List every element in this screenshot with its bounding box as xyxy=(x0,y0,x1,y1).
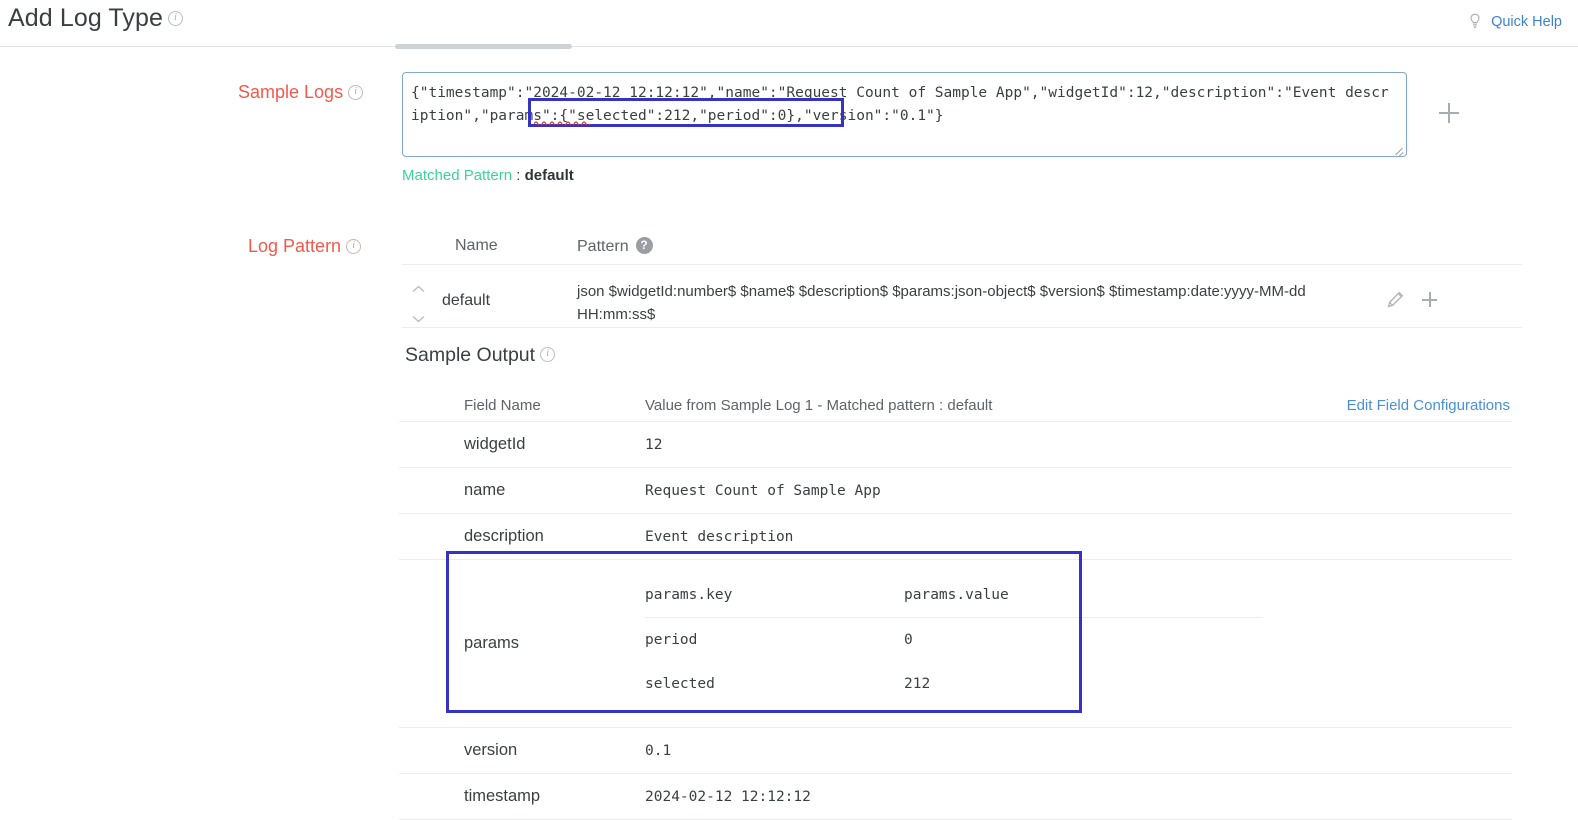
field-name: timestamp xyxy=(464,787,541,805)
plus-icon xyxy=(1437,101,1461,125)
table-row: widgetId 12 xyxy=(399,422,1512,468)
table-row: description Event description xyxy=(399,514,1512,560)
column-header-value: Value from Sample Log 1 - Matched patter… xyxy=(645,396,993,414)
matched-pattern-separator: : xyxy=(512,167,525,184)
quick-help-label: Quick Help xyxy=(1491,14,1562,30)
page-header: Add Log Type Quick Help xyxy=(0,0,1578,47)
sample-output-info-icon[interactable] xyxy=(540,347,556,363)
column-header-params-value: params.value xyxy=(904,586,1009,603)
params-nested-table: params.key params.value period 0 selecte… xyxy=(645,560,1512,727)
log-pattern-expression: json $widgetId:number$ $name$ $descripti… xyxy=(577,283,1306,323)
log-pattern-table-header: Name Pattern? xyxy=(402,228,1522,265)
table-row-params: params params.key params.value period 0 … xyxy=(399,560,1512,728)
field-value: Request Count of Sample App xyxy=(645,482,881,499)
sample-output-table-header: Field Name Value from Sample Log 1 - Mat… xyxy=(399,389,1512,422)
field-value: 0.1 xyxy=(645,742,672,759)
log-pattern-row: default json $widgetId:number$ $name$ $d… xyxy=(402,265,1522,328)
question-mark-icon[interactable]: ? xyxy=(635,236,653,254)
params-value: 0 xyxy=(904,632,913,648)
lightbulb-icon xyxy=(1468,13,1482,29)
page-title: Add Log Type xyxy=(8,4,184,33)
quick-help-button[interactable]: Quick Help xyxy=(1468,13,1562,30)
page-title-info-icon[interactable] xyxy=(168,10,184,26)
table-row: name Request Count of Sample App xyxy=(399,468,1512,514)
matched-pattern-value: default xyxy=(524,167,574,184)
params-key: period xyxy=(645,632,698,648)
field-value: 2024-02-12 12:12:12 xyxy=(645,788,811,805)
sample-logs-text: {"timestamp":"2024-02-12 12:12:12","name… xyxy=(411,85,1389,124)
chevron-down-icon[interactable] xyxy=(412,311,442,327)
field-name: name xyxy=(464,481,506,499)
log-pattern-label-text: Log Pattern xyxy=(248,236,342,256)
log-pattern-label: Log Pattern xyxy=(248,236,362,257)
field-value: Event description xyxy=(645,528,794,545)
params-nested-header: params.key params.value xyxy=(645,572,1263,618)
column-header-field-name: Field Name xyxy=(464,396,541,414)
sample-logs-input[interactable]: {"timestamp":"2024-02-12 12:12:12","name… xyxy=(402,72,1407,157)
column-header-params-key: params.key xyxy=(645,586,733,603)
add-sample-log-button[interactable] xyxy=(1437,101,1461,125)
chevron-up-icon[interactable] xyxy=(412,281,442,297)
column-header-pattern: Pattern? xyxy=(577,236,1522,256)
column-header-pattern-label: Pattern xyxy=(577,237,629,255)
sample-output-title: Sample Output xyxy=(405,344,556,367)
params-value: 212 xyxy=(904,676,931,692)
field-value: 12 xyxy=(645,436,663,453)
plus-icon xyxy=(1420,290,1439,309)
sample-logs-label: Sample Logs xyxy=(238,82,364,103)
matched-pattern-label: Matched Pattern xyxy=(402,167,513,184)
params-key: selected xyxy=(645,676,715,692)
field-name: params xyxy=(464,634,520,652)
table-row: version 0.1 xyxy=(399,728,1512,774)
log-pattern-name: default xyxy=(442,292,491,309)
pencil-icon[interactable] xyxy=(1387,291,1404,308)
matched-pattern-status: Matched Pattern : default xyxy=(402,167,574,184)
field-name: widgetId xyxy=(464,435,526,453)
log-pattern-table: Name Pattern? default json $widgetId:num… xyxy=(402,228,1522,328)
sample-logs-info-icon[interactable] xyxy=(348,84,364,100)
page-title-text: Add Log Type xyxy=(8,4,164,32)
row-reorder-controls xyxy=(402,281,442,327)
column-header-name: Name xyxy=(455,237,498,254)
edit-field-configurations-link[interactable]: Edit Field Configurations xyxy=(1347,397,1512,414)
field-name: description xyxy=(464,527,544,545)
spellcheck-squiggle-icon xyxy=(534,121,591,125)
params-nested-row: period 0 xyxy=(645,618,1263,662)
log-pattern-info-icon[interactable] xyxy=(346,238,362,254)
table-row: timestamp 2024-02-12 12:12:12 xyxy=(399,774,1512,820)
sample-logs-label-text: Sample Logs xyxy=(238,82,344,102)
params-nested-row: selected 212 xyxy=(645,662,1263,706)
horizontal-scrollbar-thumb[interactable] xyxy=(395,44,572,49)
add-log-pattern-button[interactable] xyxy=(1420,290,1439,309)
field-name: version xyxy=(464,741,518,759)
sample-output-table: Field Name Value from Sample Log 1 - Mat… xyxy=(399,389,1512,820)
log-pattern-row-actions xyxy=(1387,280,1477,309)
sample-output-title-text: Sample Output xyxy=(405,344,536,366)
textarea-resize-handle[interactable] xyxy=(1392,143,1404,155)
